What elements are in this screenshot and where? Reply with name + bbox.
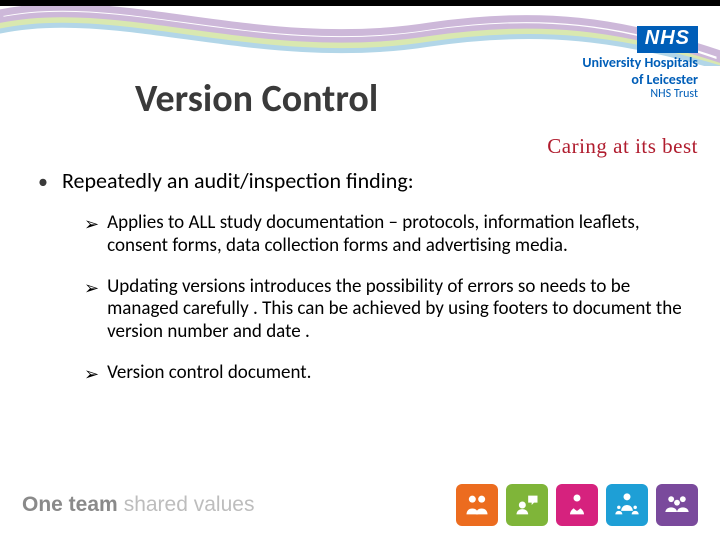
nhs-branding: NHS University Hospitals of Leicester NH… [582,26,698,101]
sub-bullet-text: Version control document. [107,362,311,385]
arrow-right-icon: ➢ [84,212,99,236]
nhs-org-line1: University Hospitals [582,55,698,70]
tagline-text: Caring at its best [547,134,698,159]
team-icon [656,484,698,526]
bullet-dot-icon: • [38,168,48,196]
nhs-trust-label: NHS Trust [582,88,698,101]
slide-content: • Repeatedly an audit/inspection finding… [38,168,684,404]
page-title: Version Control [135,76,378,122]
speech-icon [506,484,548,526]
care-icon [556,484,598,526]
sub-bullet: ➢ Version control document. [84,362,684,386]
footer-icons [456,484,698,526]
nhs-org-line2: of Leicester [582,72,698,87]
leader-icon [606,484,648,526]
people-icon [456,484,498,526]
sub-bullet-text: Applies to ALL study documentation – pro… [107,212,684,258]
bullet-main-text: Repeatedly an audit/inspection finding: [62,168,414,193]
sub-bullet-text: Updating versions introduces the possibi… [107,276,684,344]
footer-bar: One team shared values [22,484,698,526]
sub-bullet: ➢ Updating versions introduces the possi… [84,276,684,344]
bullet-main: • Repeatedly an audit/inspection finding… [38,168,684,196]
arrow-right-icon: ➢ [84,276,99,300]
brand-main: One team [22,493,118,516]
arrow-right-icon: ➢ [84,362,99,386]
nhs-logo: NHS [637,26,698,53]
footer-brand: One team shared values [22,493,254,517]
brand-sub: shared values [124,493,255,516]
sub-bullet: ➢ Applies to ALL study documentation – p… [84,212,684,258]
